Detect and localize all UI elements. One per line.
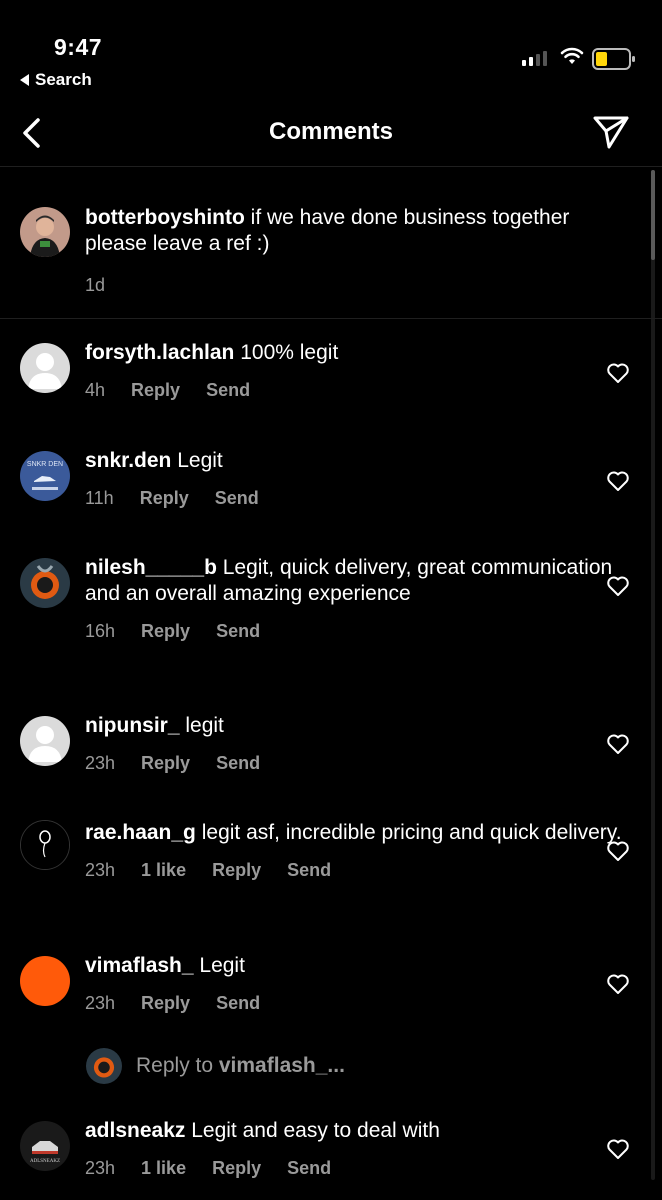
- avatar[interactable]: [20, 956, 70, 1006]
- comment-username[interactable]: nilesh_____b: [85, 556, 217, 579]
- balloon-avatar-icon: [21, 821, 69, 869]
- send-button[interactable]: Send: [216, 993, 260, 1014]
- like-heart-icon[interactable]: [606, 733, 630, 755]
- comment-username[interactable]: vimaflash_: [85, 954, 194, 977]
- divider: [0, 318, 662, 319]
- comment-body: legit: [179, 714, 224, 737]
- snkr-den-avatar-text: SNKR DEN: [27, 461, 63, 468]
- caption-avatar-image: [20, 207, 70, 257]
- comment-username[interactable]: nipunsir_: [85, 714, 180, 737]
- send-button[interactable]: Send: [206, 380, 250, 401]
- comment-text: nilesh_____b Legit, quick delivery, grea…: [85, 555, 625, 607]
- status-bar: 9:47 Search: [0, 0, 662, 100]
- reply-to-prompt[interactable]: Reply to vimaflash_...: [86, 1048, 345, 1084]
- comment-age: 23h: [85, 753, 116, 773]
- send-button[interactable]: Send: [287, 1158, 331, 1179]
- page-title: Comments: [268, 118, 394, 145]
- caption-text: botterboyshinto if we have done business…: [85, 205, 625, 257]
- battery-icon: [592, 48, 635, 70]
- current-user-avatar-image: [86, 1048, 122, 1084]
- comment-text: adlsneakz Legit and easy to deal with: [85, 1118, 625, 1144]
- reply-button[interactable]: Reply: [212, 860, 261, 881]
- comment-body: Legit and easy to deal with: [185, 1119, 440, 1142]
- avatar[interactable]: [20, 716, 70, 766]
- comment-age: 16h: [85, 621, 116, 641]
- reply-to-target: vimaflash_...: [218, 1054, 345, 1077]
- reply-to-text: Reply to vimaflash_...: [136, 1054, 345, 1078]
- comment-age: 23h: [85, 993, 116, 1013]
- comment-username[interactable]: adlsneakz: [85, 1119, 185, 1142]
- send-button[interactable]: Send: [216, 753, 260, 774]
- comment-username[interactable]: forsyth.lachlan: [85, 341, 234, 364]
- cellular-signal-icon: [522, 51, 547, 66]
- comment-age: 23h: [85, 860, 116, 880]
- caption-username[interactable]: botterboyshinto: [85, 206, 245, 229]
- comment-username[interactable]: snkr.den: [85, 449, 171, 472]
- avatar[interactable]: [20, 558, 70, 608]
- like-heart-icon[interactable]: [606, 1138, 630, 1160]
- reply-button[interactable]: Reply: [140, 488, 189, 509]
- avatar[interactable]: ADLSNEAKZ: [20, 1121, 70, 1171]
- send-button[interactable]: Send: [216, 621, 260, 642]
- avatar: [86, 1048, 122, 1084]
- scrollbar[interactable]: [651, 170, 655, 1180]
- comment-body: Legit: [171, 449, 223, 472]
- like-heart-icon[interactable]: [606, 575, 630, 597]
- nilesh-avatar-image: [20, 558, 70, 608]
- reply-button[interactable]: Reply: [141, 993, 190, 1014]
- like-heart-icon[interactable]: [606, 840, 630, 862]
- likes-count[interactable]: 1 like: [141, 860, 186, 881]
- comment-age: 11h: [85, 488, 114, 508]
- scrollbar-thumb[interactable]: [651, 170, 655, 260]
- send-button[interactable]: Send: [215, 488, 259, 509]
- comment-body: 100% legit: [234, 341, 339, 364]
- comment-text: nipunsir_ legit: [85, 713, 625, 739]
- back-to-search-link[interactable]: Search: [20, 70, 92, 90]
- snkr-den-avatar-image: SNKR DEN: [20, 451, 70, 501]
- default-avatar-icon: [20, 716, 70, 766]
- back-triangle-icon: [20, 74, 29, 86]
- like-heart-icon[interactable]: [606, 973, 630, 995]
- send-button[interactable]: Send: [287, 860, 331, 881]
- comment-text: rae.haan_g legit asf, incredible pricing…: [85, 820, 625, 846]
- navigation-bar: Comments: [0, 100, 662, 167]
- back-to-search-label: Search: [35, 70, 92, 89]
- comment-body: legit asf, incredible pricing and quick …: [195, 821, 622, 844]
- direct-send-icon[interactable]: [592, 114, 630, 150]
- avatar[interactable]: [20, 207, 70, 257]
- like-heart-icon[interactable]: [606, 362, 630, 384]
- comment-username[interactable]: rae.haan_g: [85, 821, 196, 844]
- comment-text: forsyth.lachlan 100% legit: [85, 340, 625, 366]
- comment-text: snkr.den Legit: [85, 448, 625, 474]
- comment-age: 4h: [85, 380, 106, 400]
- wifi-icon: [560, 47, 584, 64]
- avatar[interactable]: [20, 343, 70, 393]
- reply-button[interactable]: Reply: [131, 380, 180, 401]
- default-avatar-icon: [20, 343, 70, 393]
- reply-button[interactable]: Reply: [212, 1158, 261, 1179]
- reply-to-prefix: Reply to: [136, 1054, 219, 1077]
- reply-button[interactable]: Reply: [141, 621, 190, 642]
- comment-age: 23h: [85, 1158, 116, 1178]
- like-heart-icon[interactable]: [606, 470, 630, 492]
- adlsneakz-avatar-text: ADLSNEAKZ: [30, 1159, 60, 1164]
- comment-text: vimaflash_ Legit: [85, 953, 625, 979]
- caption-age: 1d: [85, 275, 106, 295]
- avatar[interactable]: [20, 820, 70, 870]
- adlsneakz-avatar-image: ADLSNEAKZ: [20, 1121, 70, 1171]
- likes-count[interactable]: 1 like: [141, 1158, 186, 1179]
- reply-button[interactable]: Reply: [141, 753, 190, 774]
- status-time: 9:47: [54, 34, 103, 60]
- avatar[interactable]: SNKR DEN: [20, 451, 70, 501]
- comment-body: Legit: [193, 954, 245, 977]
